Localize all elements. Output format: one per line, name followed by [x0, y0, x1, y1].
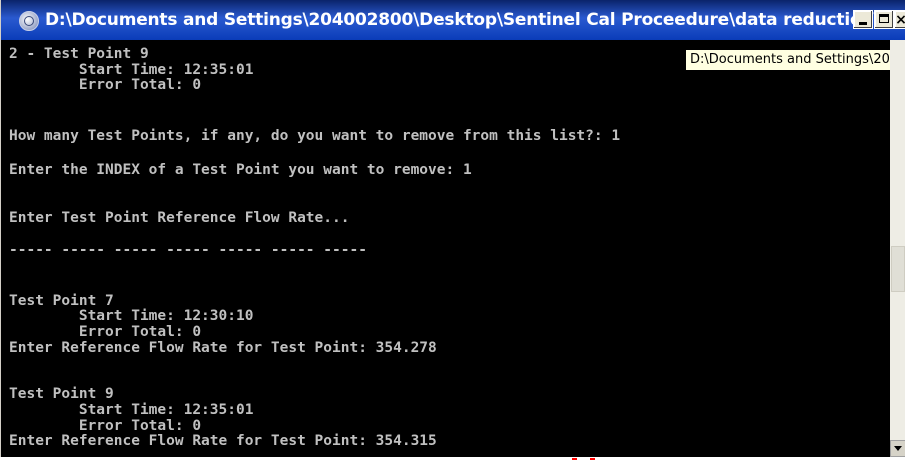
console-line: Enter Test Point Reference Flow Rate...	[9, 210, 350, 226]
close-icon: ×	[895, 12, 905, 28]
console-line: Start Time: 12:35:01	[9, 62, 254, 78]
console-line: Error Total: 0	[9, 324, 202, 340]
maximize-icon	[879, 14, 889, 23]
console-line: Test Point 9	[9, 386, 114, 402]
console-line: Start Time: 12:30:10	[9, 308, 254, 324]
console-line: Error Total: 0	[9, 77, 202, 93]
title-bar[interactable]: D:\Documents and Settings\204002800\Desk…	[1, 0, 905, 40]
console-line: How many Test Points, if any, do you wan…	[9, 128, 621, 144]
console-line: Test Point 7	[9, 293, 114, 309]
console-line: Error Total: 0	[9, 418, 202, 434]
console-line: 2 - Test Point 9	[9, 46, 149, 62]
vertical-scrollbar[interactable]	[890, 40, 905, 457]
scroll-down-icon[interactable]	[890, 440, 905, 457]
maximize-button[interactable]	[874, 10, 894, 29]
close-button[interactable]: ×	[894, 10, 905, 29]
console-window: D:\Documents and Settings\204002800\Desk…	[0, 0, 905, 457]
console-line: Enter Reference Flow Rate for Test Point…	[9, 433, 437, 449]
console-line: Enter the INDEX of a Test Point you want…	[9, 162, 472, 178]
minimize-icon	[859, 22, 867, 25]
bottom-edge	[0, 457, 905, 465]
path-tooltip: D:\Documents and Settings\2040	[685, 49, 905, 71]
console-line: ----- ----- ----- ----- ----- ----- ----…	[9, 242, 367, 258]
console-line: Enter Reference Flow Rate for Test Point…	[9, 340, 437, 356]
red-mark	[572, 458, 598, 460]
console-line: Start Time: 12:35:01	[9, 402, 254, 418]
minimize-button[interactable]	[853, 10, 873, 29]
window-title: D:\Documents and Settings\204002800\Desk…	[45, 10, 905, 30]
scrollbar-track[interactable]	[890, 40, 905, 440]
scrollbar-thumb[interactable]	[891, 246, 905, 292]
console-app-icon[interactable]	[19, 11, 39, 31]
